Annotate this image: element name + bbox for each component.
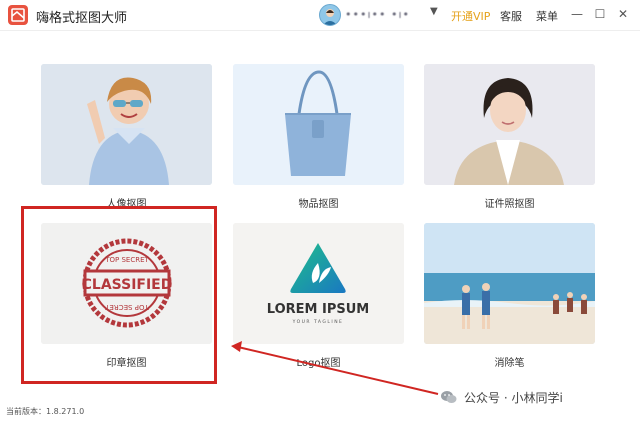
title-bar: 嗨格式抠图大师 •••ı•• •ı• ▼ 开通VIP 客服 菜单 — ☐ ✕ (0, 0, 640, 31)
version-label: 当前版本：1.8.271.0 (6, 407, 85, 416)
close-icon[interactable]: ✕ (613, 4, 633, 24)
chevron-down-icon[interactable]: ▼ (430, 6, 438, 17)
highlight-box (21, 206, 217, 384)
open-vip-button[interactable]: 开通VIP (451, 8, 490, 24)
wechat-icon (441, 391, 457, 403)
id-photo-cutout-card[interactable] (424, 64, 595, 185)
watermark-text: 公众号 · 小林同学i (464, 391, 563, 405)
minimize-icon[interactable]: — (567, 4, 587, 24)
portrait-cutout-card[interactable] (41, 64, 212, 185)
logo-thumbnail-icon: LOREM IPSUM YOUR TAGLINE (233, 223, 404, 344)
id-photo-thumbnail-icon (424, 64, 595, 185)
logo-main-text: LOREM IPSUM (267, 302, 369, 317)
menu-button[interactable]: 菜单 (536, 8, 558, 24)
card-label: 证件照抠图 (484, 199, 535, 210)
user-avatar[interactable] (319, 4, 341, 26)
customer-service-button[interactable]: 客服 (500, 8, 522, 24)
card-label: Logo抠图 (296, 358, 341, 369)
app-title: 嗨格式抠图大师 (36, 11, 128, 26)
maximize-icon[interactable]: ☐ (590, 4, 610, 24)
logo-cutout-card[interactable]: LOREM IPSUM YOUR TAGLINE (233, 223, 404, 344)
handbag-thumbnail-icon (233, 64, 404, 185)
app-logo-icon (8, 5, 28, 25)
card-label: 消除笔 (494, 358, 525, 369)
portrait-thumbnail-icon (41, 64, 212, 185)
watermark: 公众号 · 小林同学i (440, 386, 632, 408)
username[interactable]: •••ı•• •ı• (345, 8, 410, 21)
eraser-card[interactable] (424, 223, 595, 344)
beach-thumbnail-icon (424, 223, 595, 344)
logo-tagline-text: YOUR TAGLINE (292, 319, 344, 325)
object-cutout-card[interactable] (233, 64, 404, 185)
card-label: 物品抠图 (298, 199, 339, 210)
